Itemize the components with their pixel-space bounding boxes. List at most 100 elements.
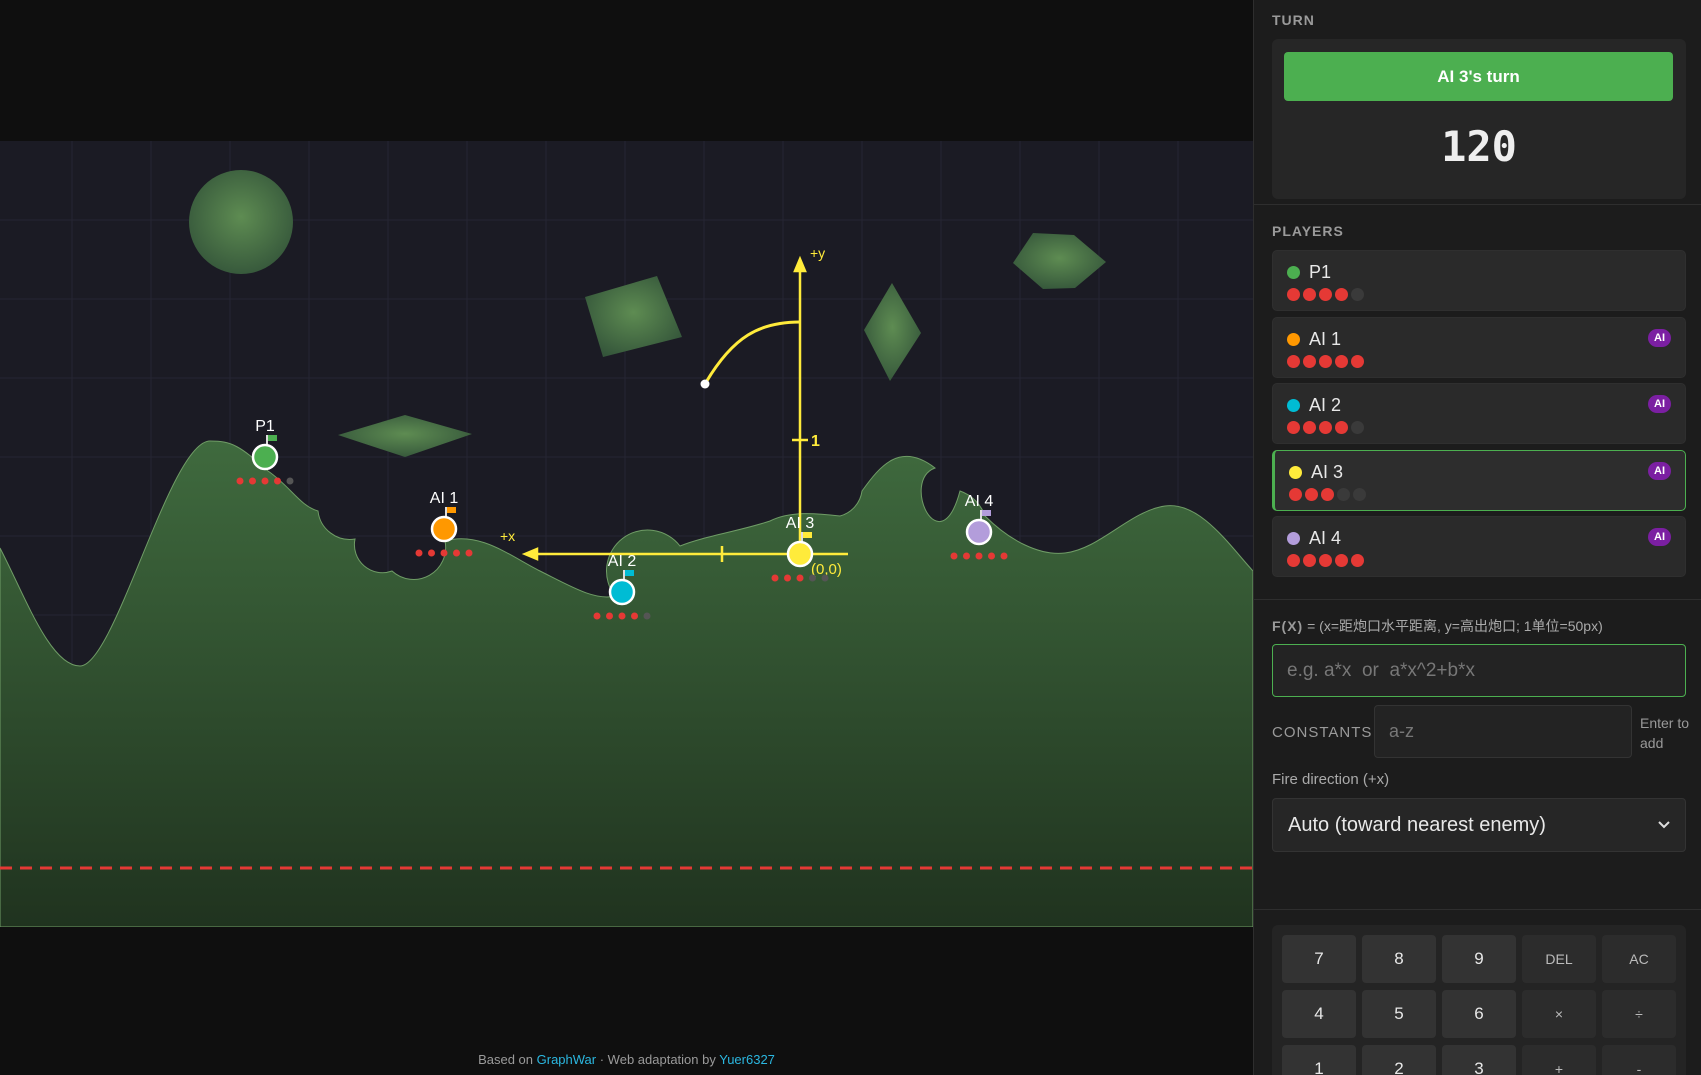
tank-body[interactable] (786, 540, 814, 568)
chevron-down-icon (1657, 815, 1671, 836)
tank-hp-pip (249, 477, 256, 485)
hp-pip (1335, 288, 1348, 301)
hp-pip (1319, 421, 1332, 434)
fire-direction-value: Auto (toward nearest enemy) (1288, 813, 1546, 836)
hp-pip (1351, 288, 1364, 301)
hp-pip (1303, 554, 1316, 567)
hp-pip (1303, 354, 1316, 368)
player-card-ai-4[interactable]: AI 4 AI (1272, 516, 1686, 577)
graphwar-link[interactable]: GraphWar (537, 1052, 596, 1067)
current-turn-indicator[interactable]: AI 3's turn (1284, 52, 1673, 101)
flag-icon (803, 532, 812, 538)
ai-badge: AI (1648, 528, 1671, 546)
flag-icon (982, 510, 991, 516)
hp-pip (1287, 421, 1300, 434)
tank-body[interactable] (608, 578, 636, 606)
player-name: AI 4 (1309, 528, 1342, 548)
hp-pip (1287, 554, 1300, 567)
player-color-dot (1289, 465, 1302, 479)
key-5[interactable]: 5 (1362, 990, 1436, 1038)
constants-input[interactable] (1374, 705, 1632, 758)
hp-pip (1319, 554, 1332, 567)
enter-hint: Enter to add (1640, 715, 1690, 751)
key-1[interactable]: 1 (1282, 1045, 1356, 1075)
key-3[interactable]: 3 (1442, 1045, 1516, 1075)
axis-label-x: +x (500, 528, 515, 544)
tank-body[interactable] (965, 518, 993, 546)
tank-body[interactable] (251, 443, 279, 471)
tank-hp-pip (274, 477, 281, 485)
ai-badge: AI (1648, 461, 1671, 480)
credits-middle: · Web adaptation by (599, 1052, 716, 1067)
key-6[interactable]: 6 (1442, 990, 1516, 1038)
player-card-ai-1[interactable]: AI 1 AI (1272, 316, 1686, 378)
flag-icon (625, 570, 634, 576)
tank-hp-pip (236, 477, 244, 485)
hp-pip (1305, 487, 1318, 501)
tank-hp-pip (821, 574, 829, 582)
obstacle-circle (189, 170, 293, 274)
hp-pip (1335, 421, 1348, 434)
hp-pip (1351, 421, 1364, 434)
player-color-dot (1287, 399, 1300, 412)
function-input[interactable] (1272, 644, 1686, 697)
credits: Based on GraphWar · Web adaptation by Yu… (0, 1052, 1253, 1067)
turn-box: AI 3's turn 120 (1272, 39, 1686, 199)
tank-hp-pip (453, 549, 460, 557)
players-label: PLAYERS (1272, 223, 1344, 239)
key-clear-all[interactable]: AC (1602, 935, 1676, 983)
fx-label-name: F(X) (1272, 618, 1304, 634)
tank-hp-pip (988, 552, 995, 560)
key-8[interactable]: 8 (1362, 935, 1436, 983)
hp-pip (1319, 288, 1332, 301)
game-area: +x +y 1 (0,0) P1 AI 1 AI 2 AI 3 AI 4 Based o… (0, 0, 1253, 1075)
tank-body[interactable] (430, 515, 458, 543)
author-link[interactable]: Yuer6327 (719, 1052, 775, 1067)
turn-timer: 120 (1441, 122, 1517, 171)
key-7[interactable]: 7 (1282, 935, 1356, 983)
fire-direction-select[interactable]: Auto (toward nearest enemy) (1272, 798, 1686, 852)
key-delete[interactable]: DEL (1522, 935, 1596, 983)
hp-pip (1337, 487, 1350, 501)
player-hp (1287, 288, 1364, 301)
player-card-ai-3[interactable]: AI 3 AI (1272, 449, 1686, 511)
tank-hp-pip (606, 612, 613, 620)
key-4[interactable]: 4 (1282, 990, 1356, 1038)
fx-label: F(X) = (x=距炮口水平距离, y=高出炮口; 1单位=50px) (1272, 616, 1603, 636)
tank-hp-pip (631, 612, 638, 620)
tank-name-label: AI 3 (786, 515, 815, 532)
fire-direction-label: Fire direction (+x) (1272, 771, 1390, 788)
hp-pip (1351, 354, 1364, 368)
tank-hp-pip (975, 552, 983, 560)
key-multiply[interactable]: × (1522, 990, 1596, 1038)
key-minus[interactable]: - (1602, 1045, 1676, 1075)
tank-hp-pip (809, 574, 816, 582)
hp-pip (1321, 487, 1334, 501)
player-hp (1287, 354, 1364, 368)
tank-hp-pip (286, 477, 294, 485)
key-2[interactable]: 2 (1362, 1045, 1436, 1075)
hp-pip (1289, 487, 1302, 501)
tank-hp-pip (428, 549, 435, 557)
player-hp (1289, 487, 1366, 501)
battlefield[interactable]: +x +y 1 (0,0) P1 AI 1 AI 2 AI 3 AI 4 (0, 141, 1253, 927)
tank-name-label: P1 (255, 418, 275, 435)
key-9[interactable]: 9 (1442, 935, 1516, 983)
axis-label-y: +y (810, 245, 825, 261)
flag-icon (447, 507, 456, 513)
constants-label: CONSTANTS (1272, 724, 1373, 741)
battlefield-canvas: +x +y 1 (0,0) P1AI 1AI 2AI 3AI 4 (0, 141, 1253, 927)
side-panel: TURN AI 3's turn 120 PLAYERS P1 AI 1 AI AI … (1253, 0, 1701, 1075)
flag-icon (268, 435, 277, 441)
player-name: P1 (1309, 262, 1332, 282)
key-plus[interactable]: + (1522, 1045, 1596, 1075)
tank-hp-pip (963, 552, 970, 560)
hp-pip (1335, 554, 1348, 567)
player-color-dot (1287, 266, 1300, 279)
hp-pip (1351, 554, 1364, 567)
tank-hp-pip (950, 552, 958, 560)
player-card-ai-2[interactable]: AI 2 AI (1272, 383, 1686, 444)
player-card-p1[interactable]: P1 (1272, 250, 1686, 311)
player-name: AI 3 (1311, 461, 1344, 482)
key-divide[interactable]: ÷ (1602, 990, 1676, 1038)
